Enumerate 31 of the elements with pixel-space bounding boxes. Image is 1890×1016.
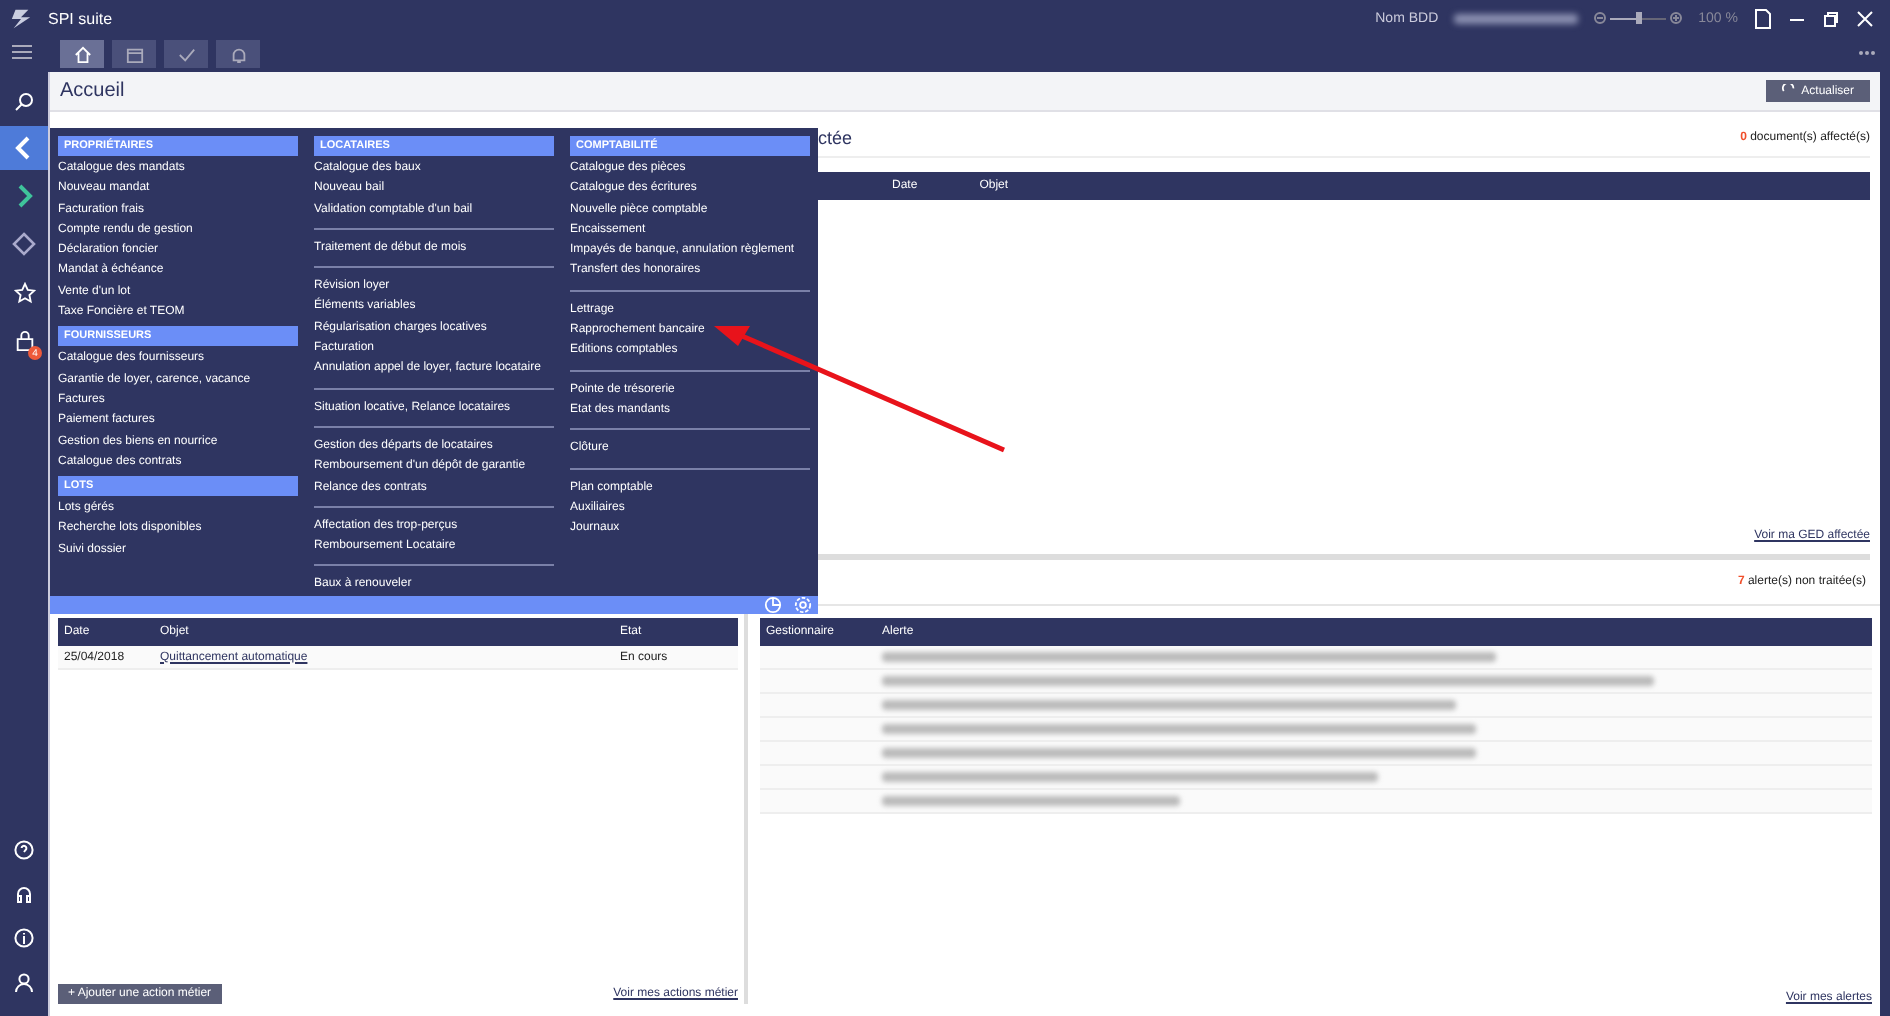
tab[interactable] — [112, 40, 156, 68]
star-icon — [13, 281, 35, 303]
tab[interactable] — [60, 40, 104, 68]
calendar-icon — [125, 45, 143, 63]
close-icon[interactable] — [1856, 9, 1874, 27]
user-icon[interactable] — [14, 972, 34, 992]
tab[interactable] — [164, 40, 208, 68]
section-title: ctée — [818, 128, 853, 148]
search-icon[interactable] — [14, 92, 34, 112]
home-icon — [73, 45, 91, 63]
settings-icon[interactable] — [794, 595, 812, 614]
document-icon[interactable] — [1754, 7, 1772, 29]
lock-icon — [13, 329, 35, 351]
pie-chart-icon[interactable] — [764, 595, 782, 614]
page-title: Accueil — [60, 80, 125, 102]
window-title: SPI suite — [48, 9, 113, 27]
logo-icon — [10, 7, 32, 29]
redacted-text — [1454, 13, 1579, 23]
zoom-out-icon[interactable] — [1594, 12, 1607, 24]
check-icon — [177, 45, 195, 63]
diamond-icon — [12, 232, 36, 256]
help-icon[interactable] — [14, 840, 34, 860]
restore-icon[interactable] — [1822, 9, 1840, 27]
bell-icon — [229, 45, 247, 63]
more-icon[interactable] — [1858, 50, 1876, 56]
headset-icon[interactable] — [14, 884, 34, 904]
zoom-slider[interactable] — [1594, 12, 1683, 24]
tab[interactable] — [216, 40, 260, 68]
zoom-in-icon[interactable] — [1670, 12, 1683, 24]
info-icon[interactable] — [14, 928, 34, 948]
menu-icon[interactable] — [12, 44, 32, 60]
